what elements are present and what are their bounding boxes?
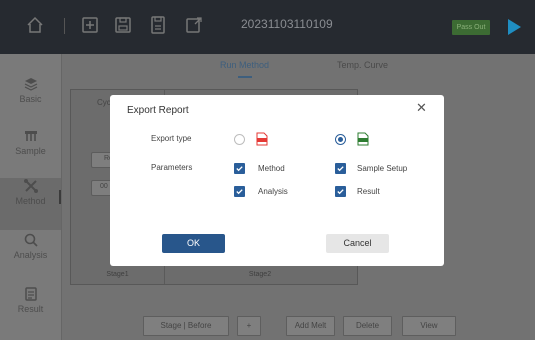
sidebar-item-result[interactable]: Result bbox=[0, 286, 61, 338]
method-icon bbox=[23, 179, 38, 193]
check-icon bbox=[337, 189, 344, 195]
sample-setup-checkbox[interactable] bbox=[335, 163, 346, 174]
sidebar-item-basic[interactable]: Basic bbox=[0, 76, 61, 128]
sidebar: Basic Sample Method Analysis Result bbox=[0, 54, 62, 340]
tab-underline bbox=[238, 76, 252, 78]
save-as-icon[interactable] bbox=[147, 14, 169, 36]
save-icon[interactable] bbox=[112, 14, 134, 36]
view-button[interactable]: View bbox=[402, 316, 456, 336]
check-icon bbox=[236, 189, 243, 195]
run-id-title: 20231103110109 bbox=[241, 17, 333, 31]
check-icon bbox=[236, 166, 243, 172]
analysis-checkbox[interactable] bbox=[234, 186, 245, 197]
sidebar-item-label: Basic bbox=[19, 94, 42, 104]
dialog-title: Export Report bbox=[127, 105, 189, 116]
xls-radio[interactable] bbox=[335, 134, 346, 145]
stage-before-button[interactable]: Stage | Before bbox=[143, 316, 229, 336]
close-icon[interactable]: ✕ bbox=[416, 101, 427, 115]
export-type-label: Export type bbox=[151, 134, 192, 143]
add-stage-button[interactable]: + bbox=[237, 316, 261, 336]
sidebar-item-label: Result bbox=[17, 304, 44, 314]
check-icon bbox=[337, 166, 344, 172]
sidebar-item-method[interactable]: Method bbox=[0, 178, 61, 230]
plate-icon bbox=[24, 131, 37, 141]
stage-label: Stage1 bbox=[106, 271, 129, 278]
tab-temp-curve[interactable]: Temp. Curve bbox=[337, 60, 388, 70]
method-checkbox[interactable] bbox=[234, 163, 245, 174]
sidebar-item-label: Analysis bbox=[13, 250, 48, 260]
add-file-icon[interactable] bbox=[79, 14, 101, 36]
home-icon[interactable] bbox=[24, 14, 46, 36]
layers-icon bbox=[24, 78, 37, 91]
add-melt-button[interactable]: Add Melt bbox=[286, 316, 335, 336]
sidebar-item-analysis[interactable]: Analysis bbox=[0, 232, 61, 284]
sidebar-item-label: Sample bbox=[15, 146, 46, 156]
stage-label: Stage2 bbox=[248, 271, 272, 278]
parameters-label: Parameters bbox=[151, 163, 193, 172]
export-report-dialog: Export Report ✕ Export type Parameters M… bbox=[110, 95, 444, 266]
pdf-radio[interactable] bbox=[234, 134, 245, 145]
delete-button[interactable]: Delete bbox=[343, 316, 392, 336]
cancel-button[interactable]: Cancel bbox=[326, 234, 389, 253]
export-icon[interactable] bbox=[183, 14, 205, 36]
ok-button[interactable]: OK bbox=[162, 234, 225, 253]
result-checkbox[interactable] bbox=[335, 186, 346, 197]
sample-setup-checkbox-label: Sample Setup bbox=[357, 164, 408, 173]
analysis-checkbox-label: Analysis bbox=[258, 187, 288, 196]
document-icon bbox=[24, 287, 37, 301]
play-icon[interactable] bbox=[508, 19, 521, 35]
stage-toolbar: Stage | Before + Add Melt Delete View bbox=[62, 312, 535, 340]
toolbar-divider bbox=[64, 18, 65, 34]
result-checkbox-label: Result bbox=[357, 187, 380, 196]
sidebar-item-label: Method bbox=[15, 196, 46, 206]
active-indicator bbox=[59, 190, 61, 204]
xls-file-icon bbox=[357, 132, 369, 146]
ghost-value: 00 bbox=[100, 183, 108, 190]
tab-run-method[interactable]: Run Method bbox=[220, 60, 269, 70]
top-toolbar: 20231103110109 Pass Out bbox=[0, 0, 535, 54]
sidebar-item-sample[interactable]: Sample bbox=[0, 128, 61, 180]
pdf-file-icon bbox=[256, 132, 268, 146]
search-icon bbox=[24, 233, 38, 247]
cycles-label: Cyc bbox=[97, 98, 111, 107]
pass-out-button[interactable]: Pass Out bbox=[452, 20, 490, 35]
method-checkbox-label: Method bbox=[258, 164, 285, 173]
